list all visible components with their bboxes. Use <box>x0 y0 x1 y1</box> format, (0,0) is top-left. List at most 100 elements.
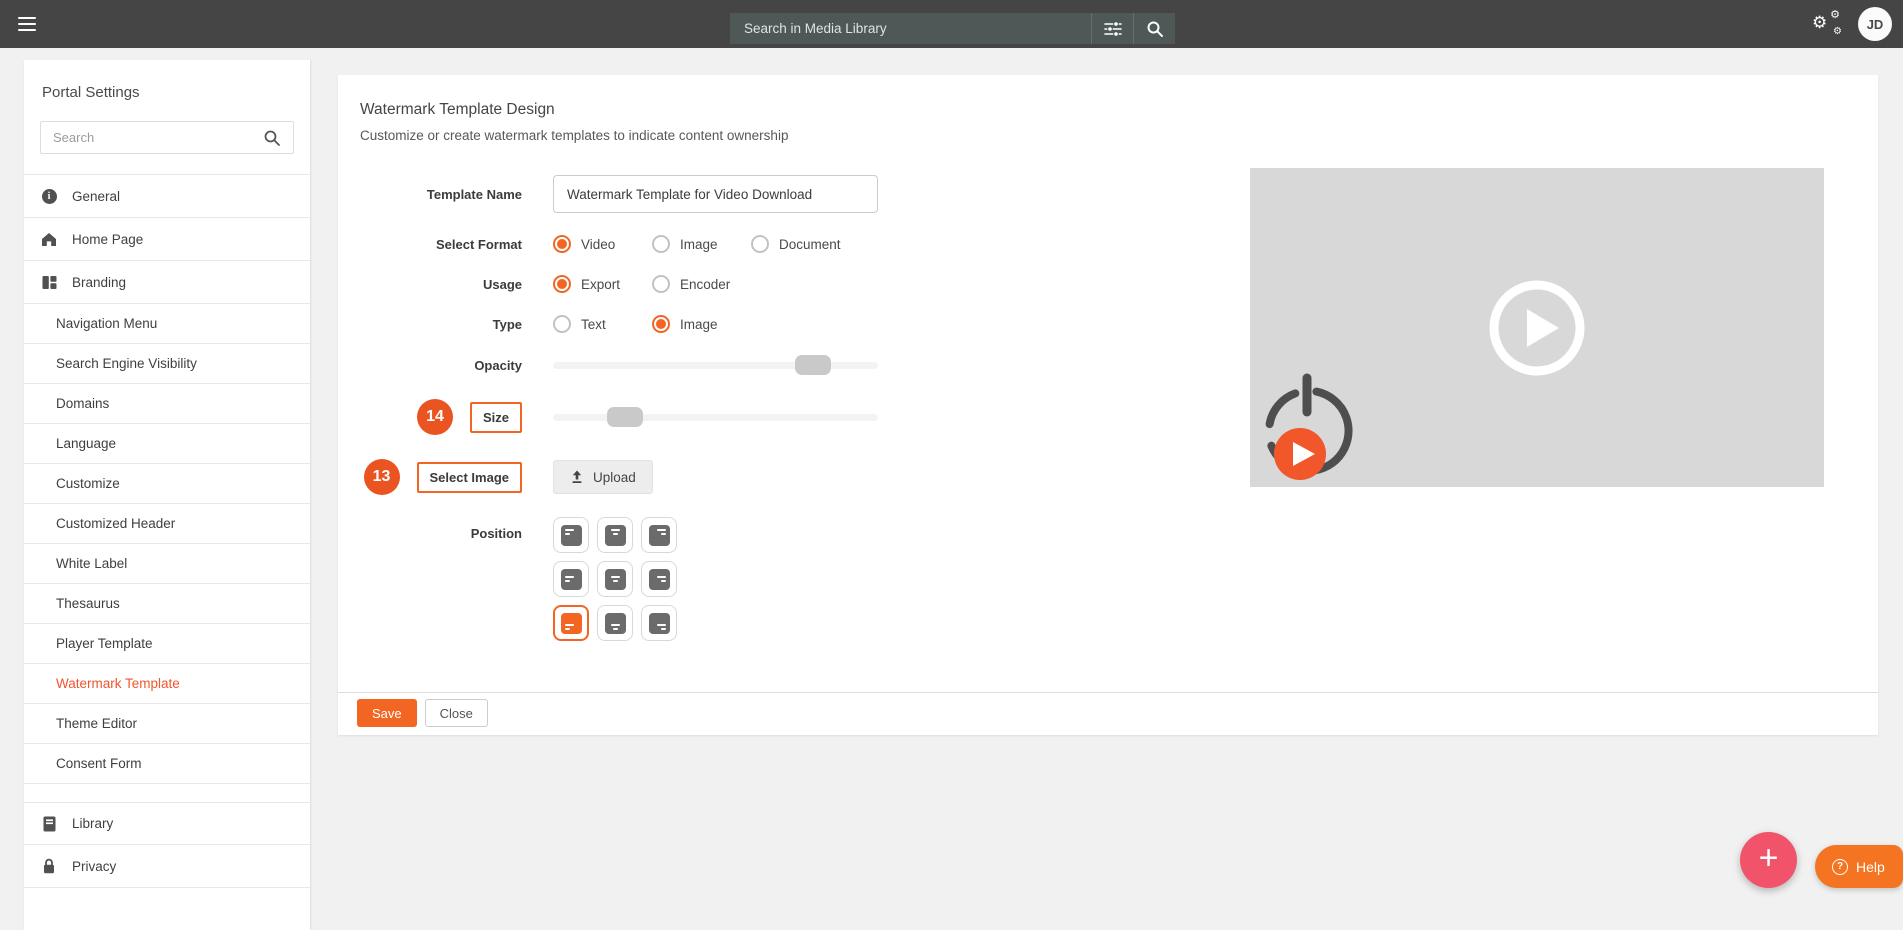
sidebar-item-privacy[interactable]: Privacy <box>24 845 310 888</box>
close-button[interactable]: Close <box>425 699 488 727</box>
position-option-middle-right[interactable] <box>641 561 677 597</box>
sidebar-subitem-theme-editor[interactable]: Theme Editor <box>24 704 310 744</box>
sidebar-subitem-label: Customize <box>56 476 120 491</box>
sidebar-subitem-consent-form[interactable]: Consent Form <box>24 744 310 784</box>
sidebar-subitem-search-engine-visibility[interactable]: Search Engine Visibility <box>24 344 310 384</box>
align-bottom-center-icon <box>605 613 626 634</box>
sidebar-item-branding[interactable]: Branding <box>24 261 310 304</box>
help-question-icon: ? <box>1832 859 1848 875</box>
hamburger-menu-icon[interactable] <box>14 12 42 36</box>
sidebar-subitem-label: Consent Form <box>56 756 142 771</box>
play-button-icon[interactable] <box>1485 276 1589 380</box>
filter-icon[interactable] <box>1091 13 1133 44</box>
type-label: Type <box>360 317 522 332</box>
top-bar: ⚙⚙⚙ JD <box>0 0 1903 48</box>
align-bottom-left-icon <box>561 613 582 634</box>
radio-option-video[interactable]: Video <box>553 235 652 253</box>
radio-option-label: Encoder <box>680 277 730 292</box>
sidebar-subitem-label: White Label <box>56 556 127 571</box>
size-slider-thumb[interactable] <box>607 407 643 427</box>
position-option-top-left[interactable] <box>553 517 589 553</box>
sidebar-subitem-customized-header[interactable]: Customized Header <box>24 504 310 544</box>
sidebar-subitem-language[interactable]: Language <box>24 424 310 464</box>
watermark-logo <box>1258 373 1354 483</box>
media-library-search <box>730 13 1175 44</box>
type-radio-group: Text Image <box>553 315 718 333</box>
radio-icon <box>652 235 670 253</box>
info-icon: i <box>40 187 58 205</box>
sidebar-item-label: Privacy <box>72 859 116 874</box>
sidebar-subitem-white-label[interactable]: White Label <box>24 544 310 584</box>
position-label: Position <box>360 517 522 541</box>
template-name-input[interactable] <box>553 175 878 213</box>
position-option-bottom-right[interactable] <box>641 605 677 641</box>
sidebar-item-label: Branding <box>72 275 126 290</box>
position-option-bottom-left[interactable] <box>553 605 589 641</box>
help-button[interactable]: ? Help <box>1815 845 1903 888</box>
annotation-badge-13: 13 <box>364 459 400 495</box>
position-option-top-center[interactable] <box>597 517 633 553</box>
sidebar-subitem-player-template[interactable]: Player Template <box>24 624 310 664</box>
size-slider[interactable] <box>553 407 878 427</box>
radio-option-label: Text <box>581 317 606 332</box>
radio-option-text[interactable]: Text <box>553 315 652 333</box>
sidebar-subitem-thesaurus[interactable]: Thesaurus <box>24 584 310 624</box>
radio-option-image[interactable]: Image <box>652 235 751 253</box>
sidebar-item-label: Home Page <box>72 232 143 247</box>
sidebar-subitem-navigation-menu[interactable]: Navigation Menu <box>24 304 310 344</box>
sidebar-subitem-label: Theme Editor <box>56 716 137 731</box>
radio-icon <box>751 235 769 253</box>
sidebar-item-label: General <box>72 189 120 204</box>
position-option-middle-center[interactable] <box>597 561 633 597</box>
search-icon[interactable] <box>1133 13 1175 44</box>
size-slider-track[interactable] <box>553 414 878 421</box>
radio-option-label: Document <box>779 237 841 252</box>
lock-icon <box>40 857 58 875</box>
sidebar-subitem-watermark-template[interactable]: Watermark Template <box>24 664 310 704</box>
radio-option-document[interactable]: Document <box>751 235 841 253</box>
radio-option-label: Video <box>581 237 615 252</box>
add-button[interactable]: + <box>1740 832 1797 888</box>
template-name-label: Template Name <box>360 187 522 202</box>
size-label: Size <box>470 402 522 433</box>
sidebar-title: Portal Settings <box>24 60 310 121</box>
sidebar-item-label: Library <box>72 816 113 831</box>
align-middle-center-icon <box>605 569 626 590</box>
opacity-slider[interactable] <box>553 355 878 375</box>
sidebar-item-home-page[interactable]: Home Page <box>24 218 310 261</box>
watermark-template-card: Watermark Template Design Customize or c… <box>338 75 1878 735</box>
sidebar-item-library[interactable]: Library <box>24 802 310 845</box>
admin-settings-gears-icon[interactable]: ⚙⚙⚙ <box>1812 10 1842 38</box>
sidebar-item-general[interactable]: i General <box>24 175 310 218</box>
sidebar-subitem-label: Watermark Template <box>56 676 180 691</box>
sidebar-subitem-domains[interactable]: Domains <box>24 384 310 424</box>
align-middle-right-icon <box>649 569 670 590</box>
sidebar-subitem-customize[interactable]: Customize <box>24 464 310 504</box>
align-top-center-icon <box>605 525 626 546</box>
branding-subitems: Navigation Menu Search Engine Visibility… <box>24 304 310 784</box>
radio-icon <box>652 275 670 293</box>
radio-option-label: Image <box>680 237 718 252</box>
usage-radio-group: Export Encoder <box>553 275 730 293</box>
radio-option-image[interactable]: Image <box>652 315 718 333</box>
radio-icon <box>652 315 670 333</box>
branding-icon <box>40 273 58 291</box>
sidebar-subitem-label: Domains <box>56 396 109 411</box>
upload-button[interactable]: Upload <box>553 460 653 494</box>
position-option-top-right[interactable] <box>641 517 677 553</box>
save-button[interactable]: Save <box>357 699 417 727</box>
sidebar-search-input[interactable] <box>41 130 251 145</box>
usage-label: Usage <box>360 277 522 292</box>
upload-button-label: Upload <box>593 470 636 485</box>
sidebar-search-icon[interactable] <box>251 122 293 153</box>
user-avatar[interactable]: JD <box>1858 7 1892 41</box>
position-option-middle-left[interactable] <box>553 561 589 597</box>
opacity-slider-thumb[interactable] <box>795 355 831 375</box>
radio-option-encoder[interactable]: Encoder <box>652 275 730 293</box>
watermark-preview <box>1250 168 1824 487</box>
radio-option-export[interactable]: Export <box>553 275 652 293</box>
help-button-label: Help <box>1856 859 1885 875</box>
media-library-search-input[interactable] <box>730 13 1091 44</box>
position-option-bottom-center[interactable] <box>597 605 633 641</box>
page-subtitle: Customize or create watermark templates … <box>360 128 1856 143</box>
